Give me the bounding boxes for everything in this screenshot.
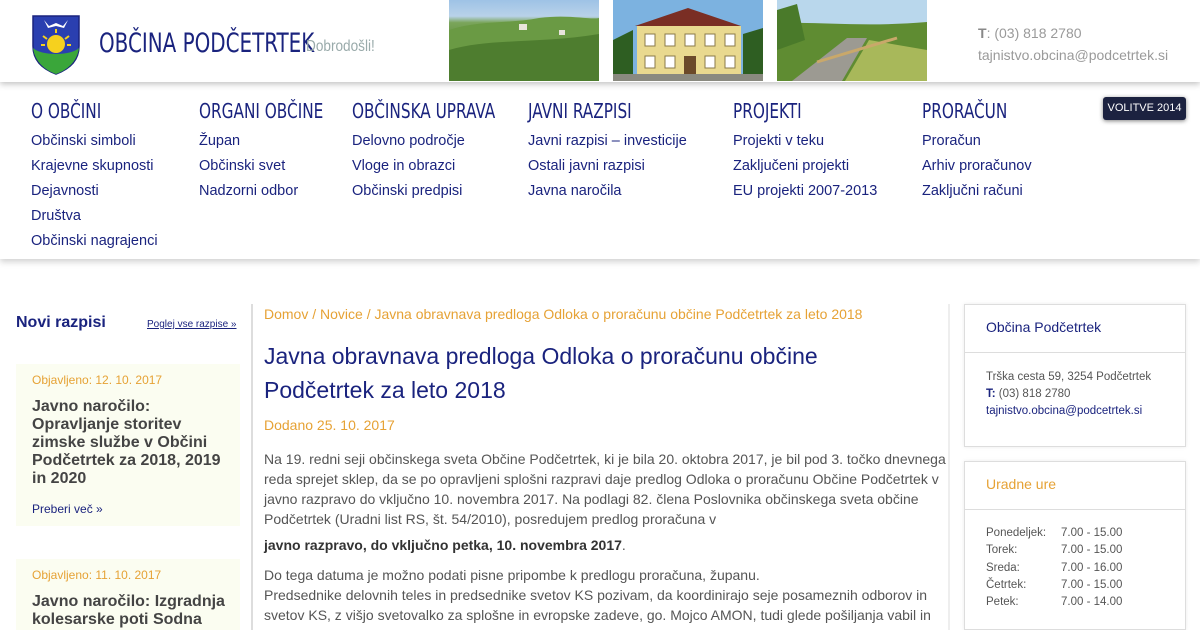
- nav-column-proracun: PRORAČUN Proračun Arhiv proračunov Zaklj…: [922, 99, 1032, 204]
- hours-day: Četrtek:: [986, 578, 1027, 591]
- nav-heading[interactable]: O OBČINI: [31, 99, 139, 129]
- nav-link[interactable]: Občinski svet: [199, 154, 345, 179]
- nav-link[interactable]: Župan: [199, 129, 345, 154]
- contact-box-title: Občina Podčetrtek: [965, 305, 1185, 353]
- nav-link[interactable]: Vloge in obrazci: [352, 154, 520, 179]
- hours-time: 7.00 - 15.00: [1061, 527, 1123, 539]
- tender-card[interactable]: Objavljeno: 11. 10. 2017 Javno naročilo:…: [16, 559, 240, 630]
- view-all-tenders-link[interactable]: Poglej vse razpise »: [147, 319, 237, 330]
- hours-row: Petek: 7.00 - 14.00: [986, 594, 1185, 611]
- breadcrumb[interactable]: Domov / Novice / Javna obravnava predlog…: [264, 306, 862, 322]
- nav-link[interactable]: Zaključeni projekti: [733, 154, 877, 179]
- header-photo-cycling-path: [777, 0, 927, 81]
- welcome-text: Dobrodošli!: [306, 38, 375, 55]
- nav-heading[interactable]: OBČINSKA UPRAVA: [352, 99, 495, 129]
- article-paragraph: Na 19. redni seji občinskega sveta Občin…: [264, 451, 946, 527]
- nav-link[interactable]: Občinski predpisi: [352, 179, 520, 204]
- hours-day: Ponedeljek:: [986, 527, 1047, 539]
- hours-day: Sreda:: [986, 561, 1020, 574]
- nav-link[interactable]: Nadzorni odbor: [199, 179, 345, 204]
- nav-column-projekti: PROJEKTI Projekti v teku Zaključeni proj…: [733, 99, 877, 204]
- tenders-sidebar: Novi razpisi Poglej vse razpise » Objavl…: [16, 259, 240, 630]
- nav-link[interactable]: Ostali javni razpisi: [528, 154, 687, 179]
- header-photo-building: [613, 0, 763, 81]
- nav-link[interactable]: Občinski simboli: [31, 129, 158, 154]
- article-bold-text: javno razpravo, do vključno petka, 10. n…: [264, 537, 622, 553]
- nav-column-organi-obcine: ORGANI OBČINE Župan Občinski svet Nadzor…: [199, 99, 345, 204]
- tender-title[interactable]: Javno naročilo: Opravljanje storitev zim…: [32, 398, 232, 488]
- header-contact: T: (03) 818 2780 tajnistvo.obcina@podcet…: [978, 22, 1168, 66]
- nav-link[interactable]: Projekti v teku: [733, 129, 877, 154]
- hours-time: 7.00 - 15.00: [1061, 544, 1123, 557]
- email-link[interactable]: tajnistvo.obcina@podcetrtek.si: [986, 403, 1185, 420]
- municipality-crest-icon[interactable]: [31, 14, 81, 75]
- office-hours-list: Ponedeljek: 7.00 - 15.00 Torek: 7.00 - 15.…: [965, 510, 1185, 611]
- hours-time: 7.00 - 14.00: [1061, 596, 1123, 609]
- hours-time: 7.00 - 15.00: [1061, 578, 1123, 591]
- office-hours-title: Uradne ure: [965, 462, 1185, 510]
- hours-row: Ponedeljek: 7.00 - 15.00: [986, 525, 1185, 542]
- tenders-title: Novi razpisi: [16, 314, 106, 331]
- nav-link[interactable]: Zaključni računi: [922, 179, 1032, 204]
- article-paragraph: Do tega datuma je možno podati pisne pri…: [264, 567, 760, 583]
- address: Trška cesta 59, 3254 Podčetrtek: [986, 371, 1152, 383]
- nav-link[interactable]: Javna naročila: [528, 179, 687, 204]
- nav-link[interactable]: Delovno področje: [352, 129, 520, 154]
- volitve-2014-button[interactable]: VOLITVE 2014: [1103, 97, 1186, 120]
- tender-title[interactable]: Javno naročilo: Izgradnja kolesarske pot…: [32, 593, 232, 629]
- nav-column-javni-razpisi: JAVNI RAZPISI Javni razpisi – investicij…: [528, 99, 687, 204]
- article-text: .: [621, 537, 626, 553]
- contact-box-body: Trška cesta 59, 3254 Podčetrtek T: (03) …: [965, 353, 1185, 420]
- column-divider: [251, 304, 253, 630]
- site-header: OBČINA PODČETRTEK Dobrodošli! T: (03) 81…: [0, 0, 1200, 82]
- hours-row: Sreda: 7.00 - 16.00: [986, 560, 1185, 577]
- phone: (03) 818 2780: [995, 388, 1071, 400]
- hours-row: Torek: 7.00 - 15.00: [986, 542, 1185, 559]
- nav-heading[interactable]: ORGANI OBČINE: [199, 99, 323, 129]
- contact-box: Občina Podčetrtek Trška cesta 59, 3254 P…: [964, 304, 1186, 447]
- nav-link[interactable]: Občinski nagrajenci: [31, 229, 158, 254]
- article-paragraph: javno razpravo, do vključno petka, 10. n…: [264, 535, 946, 555]
- nav-link[interactable]: Arhiv proračunov: [922, 154, 1032, 179]
- header-photo-vineyard: [449, 0, 599, 81]
- hours-day: Torek:: [986, 544, 1018, 557]
- nav-link[interactable]: Krajevne skupnosti: [31, 154, 158, 179]
- nav-link[interactable]: Dejavnosti: [31, 179, 158, 204]
- nav-link[interactable]: Javni razpisi – investicije: [528, 129, 687, 154]
- header-email[interactable]: tajnistvo.obcina@podcetrtek.si: [978, 44, 1168, 66]
- nav-heading[interactable]: PROJEKTI: [733, 99, 856, 129]
- tender-date: Objavljeno: 12. 10. 2017: [32, 373, 163, 387]
- tender-date: Objavljeno: 11. 10. 2017: [32, 568, 162, 582]
- nav-link[interactable]: Društva: [31, 204, 158, 229]
- read-more-link[interactable]: Preberi več »: [32, 502, 103, 516]
- hours-time: 7.00 - 16.00: [1061, 561, 1123, 574]
- article-date: Dodano 25. 10. 2017: [264, 417, 395, 433]
- nav-link[interactable]: EU projekti 2007-2013: [733, 179, 877, 204]
- hours-day: Petek:: [986, 596, 1019, 609]
- column-divider: [948, 304, 950, 630]
- office-hours-box: Uradne ure Ponedeljek: 7.00 - 15.00 Torek…: [964, 461, 1186, 630]
- phone-label: T: [978, 25, 987, 41]
- nav-heading[interactable]: JAVNI RAZPISI: [528, 99, 663, 129]
- tender-card[interactable]: Objavljeno: 12. 10. 2017 Javno naročilo:…: [16, 364, 240, 526]
- main-navigation: O OBČINI Občinski simboli Krajevne skupn…: [0, 82, 1200, 259]
- site-title[interactable]: OBČINA PODČETRTEK: [99, 28, 314, 59]
- article-body: Na 19. redni seji občinskega sveta Občin…: [264, 449, 946, 630]
- nav-heading[interactable]: PRORAČUN: [922, 99, 1015, 129]
- article-title: Javna obravnava predloga Odloka o prorač…: [264, 343, 818, 403]
- nav-column-obcinska-uprava: OBČINSKA UPRAVA Delovno področje Vloge i…: [352, 99, 520, 204]
- header-phone: : (03) 818 2780: [986, 25, 1082, 41]
- phone-label: T:: [986, 388, 996, 400]
- nav-link[interactable]: Proračun: [922, 129, 1032, 154]
- nav-column-o-obcini: O OBČINI Občinski simboli Krajevne skupn…: [31, 99, 158, 254]
- hours-row: Četrtek: 7.00 - 15.00: [986, 577, 1185, 594]
- article-paragraph: Predsednike delovnih teles in predsednik…: [264, 587, 931, 623]
